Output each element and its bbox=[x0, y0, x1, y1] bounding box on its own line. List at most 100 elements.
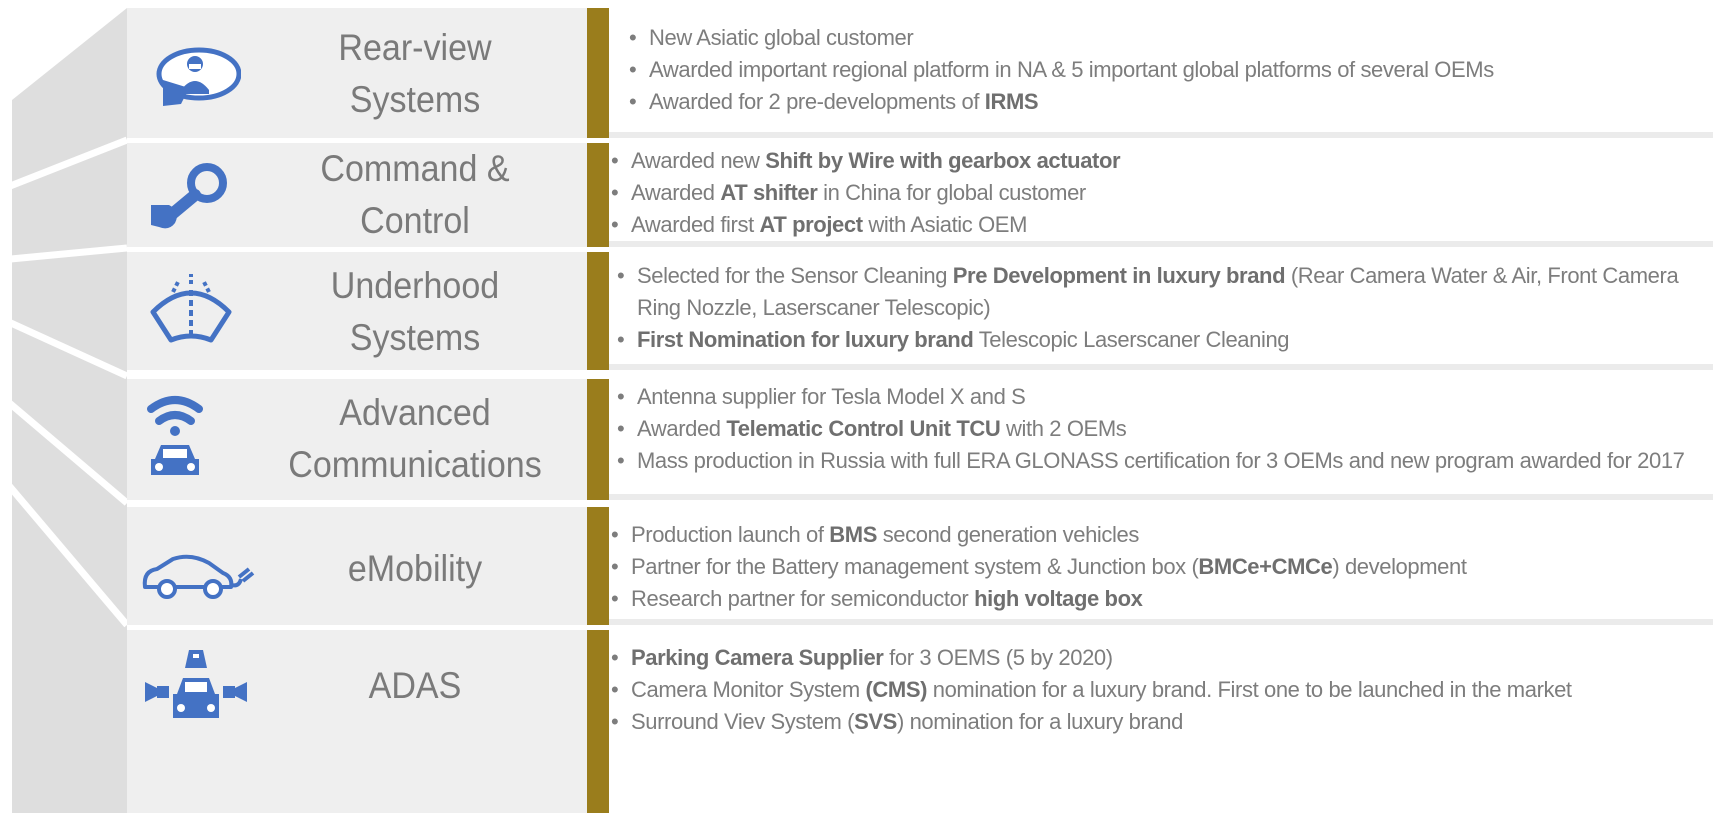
bullet-text: Research partner for semiconductor bbox=[631, 586, 975, 611]
bullet-text: Awarded bbox=[637, 416, 727, 441]
bullet-bold-text: First Nomination for luxury brand bbox=[637, 327, 974, 352]
bullet-text: Awarded for 2 pre-developments of bbox=[649, 89, 985, 114]
row-content: Antenna supplier for Tesla Model X and S… bbox=[609, 379, 1713, 500]
bullet-list: New Asiatic global customer Awarded impor… bbox=[627, 22, 1707, 118]
bullet-item: Mass production in Russia with full ERA … bbox=[615, 445, 1707, 477]
bullet-bold-text: AT project bbox=[759, 212, 864, 237]
bullet-item: Awarded AT shifter in China for global c… bbox=[609, 177, 1707, 209]
bullet-text: Awarded new bbox=[631, 148, 766, 173]
car-cameras-icon bbox=[141, 644, 251, 734]
bullet-text: in China for global customer bbox=[817, 180, 1086, 205]
bullet-item: Selected for the Sensor Cleaning Pre Dev… bbox=[615, 260, 1707, 324]
row-content: Selected for the Sensor Cleaning Pre Dev… bbox=[609, 252, 1713, 370]
bullet-item: Awarded new Shift by Wire with gearbox a… bbox=[609, 145, 1707, 177]
row-title-line: Communications bbox=[288, 444, 542, 485]
row-label-box: ADAS bbox=[127, 630, 587, 813]
bullet-list: Parking Camera Supplier for 3 OEMS (5 by… bbox=[609, 642, 1707, 738]
bullet-item: Awarded for 2 pre-developments of IRMS bbox=[627, 86, 1707, 118]
bullet-item: Research partner for semiconductor high … bbox=[609, 583, 1707, 615]
bullet-text: Surround Viev System ( bbox=[631, 709, 855, 734]
row-title-line: Systems bbox=[349, 317, 481, 358]
bullet-item: Parking Camera Supplier for 3 OEMS (5 by… bbox=[609, 642, 1707, 674]
bullet-item: Production launch of BMS second generati… bbox=[609, 519, 1707, 551]
bullet-bold-text: Shift by Wire with gearbox actuator bbox=[765, 148, 1121, 173]
bullet-item: Partner for the Battery management syste… bbox=[609, 551, 1707, 583]
bullet-text: Telescopic Laserscaner Cleaning bbox=[973, 327, 1290, 352]
windshield-washer-icon bbox=[141, 266, 241, 356]
bullet-bold-text: BMCe+CMCe bbox=[1198, 554, 1333, 579]
row-title: ADAS bbox=[268, 660, 562, 712]
row-title: Rear-view Systems bbox=[268, 22, 562, 126]
row-title: eMobility bbox=[268, 543, 562, 595]
row-label-box: Command & Control bbox=[127, 143, 587, 247]
row-content: Parking Camera Supplier for 3 OEMS (5 by… bbox=[609, 630, 1713, 813]
bullet-text: ) development bbox=[1332, 554, 1467, 579]
bullet-text: Awarded bbox=[631, 180, 721, 205]
accent-bar bbox=[587, 379, 609, 500]
bullet-list: Awarded new Shift by Wire with gearbox a… bbox=[609, 145, 1707, 241]
row-label-box: eMobility bbox=[127, 507, 587, 625]
row-title-line: eMobility bbox=[347, 548, 483, 589]
bullet-text: for 3 OEMS (5 by 2020) bbox=[883, 645, 1113, 670]
bullet-text: second generation vehicles bbox=[877, 522, 1140, 547]
row-label-box: Underhood Systems bbox=[127, 252, 587, 370]
row-underhood-systems: Underhood Systems Selected for the Senso… bbox=[127, 252, 1713, 370]
bullet-list: Selected for the Sensor Cleaning Pre Dev… bbox=[615, 260, 1707, 356]
bullet-item: Awarded Telematic Control Unit TCU with … bbox=[615, 413, 1707, 445]
gear-shifter-icon bbox=[141, 151, 241, 241]
bullet-item: New Asiatic global customer bbox=[627, 22, 1707, 54]
connected-car-icon bbox=[127, 393, 227, 483]
accent-bar bbox=[587, 252, 609, 370]
row-rear-view-systems: Rear-view Systems New Asiatic global cus… bbox=[127, 8, 1713, 138]
row-title: Advanced Communications bbox=[268, 387, 562, 491]
bullet-list: Production launch of BMS second generati… bbox=[609, 519, 1707, 615]
fan-background-shape bbox=[12, 8, 127, 813]
row-title-line: Systems bbox=[349, 79, 481, 120]
side-mirror-driver-icon bbox=[141, 28, 242, 118]
bullet-item: Surround Viev System (SVS) nomination fo… bbox=[609, 706, 1707, 738]
row-title-line: Rear-view bbox=[338, 27, 492, 68]
bullet-bold-text: SVS bbox=[854, 709, 897, 734]
row-title-line: Control bbox=[360, 200, 470, 241]
row-title-line: Underhood bbox=[330, 265, 500, 306]
bullet-bold-text: IRMS bbox=[984, 89, 1039, 114]
row-title: Command & Control bbox=[268, 143, 562, 247]
row-label-box: Advanced Communications bbox=[127, 379, 587, 500]
bullet-text: with 2 OEMs bbox=[1000, 416, 1127, 441]
bullet-bold-text: AT shifter bbox=[720, 180, 818, 205]
bullet-item: Awarded first AT project with Asiatic OE… bbox=[609, 209, 1707, 241]
bullet-item: First Nomination for luxury brand Telesc… bbox=[615, 324, 1707, 356]
bullet-text: Camera Monitor System bbox=[631, 677, 866, 702]
fan-connector-graphic bbox=[0, 8, 130, 813]
accent-bar bbox=[587, 630, 609, 813]
row-advanced-communications: Advanced Communications Antenna supplier… bbox=[127, 379, 1713, 500]
bullet-text: with Asiatic OEM bbox=[862, 212, 1028, 237]
bullet-bold-text: Pre Development in luxury brand bbox=[952, 263, 1286, 288]
row-content: Awarded new Shift by Wire with gearbox a… bbox=[609, 143, 1713, 247]
accent-bar bbox=[587, 8, 609, 138]
row-content: Production launch of BMS second generati… bbox=[609, 507, 1713, 625]
bullet-text: nomination for a luxury brand. First one… bbox=[927, 677, 1572, 702]
row-title-line: Command & bbox=[320, 148, 510, 189]
bullet-bold-text: BMS bbox=[829, 522, 877, 547]
bullet-text: Production launch of bbox=[631, 522, 830, 547]
bullet-item: Awarded important regional platform in N… bbox=[627, 54, 1707, 86]
row-title-line: ADAS bbox=[368, 665, 462, 706]
row-content: New Asiatic global customer Awarded impor… bbox=[609, 8, 1713, 138]
row-emobility: eMobility Production launch of BMS secon… bbox=[127, 507, 1713, 625]
accent-bar bbox=[587, 507, 609, 625]
bullet-bold-text: (CMS) bbox=[865, 677, 928, 702]
row-title: Underhood Systems bbox=[268, 260, 562, 364]
row-adas: ADAS Parking Camera Supplier for 3 OEMS … bbox=[127, 630, 1713, 813]
bullet-text: Mass production in Russia with full ERA … bbox=[637, 448, 1685, 473]
bullet-text: New Asiatic global customer bbox=[649, 25, 914, 50]
bullet-text: Antenna supplier for Tesla Model X and S bbox=[637, 384, 1026, 409]
electric-car-plug-icon bbox=[137, 525, 257, 615]
row-command-control: Command & Control Awarded new Shift by W… bbox=[127, 143, 1713, 247]
bullet-text: ) nomination for a luxury brand bbox=[896, 709, 1183, 734]
row-title-line: Advanced bbox=[339, 392, 491, 433]
bullet-text: Selected for the Sensor Cleaning bbox=[637, 263, 953, 288]
bullet-item: Antenna supplier for Tesla Model X and S bbox=[615, 381, 1707, 413]
row-label-box: Rear-view Systems bbox=[127, 8, 587, 138]
bullet-bold-text: Parking Camera Supplier bbox=[631, 645, 884, 670]
